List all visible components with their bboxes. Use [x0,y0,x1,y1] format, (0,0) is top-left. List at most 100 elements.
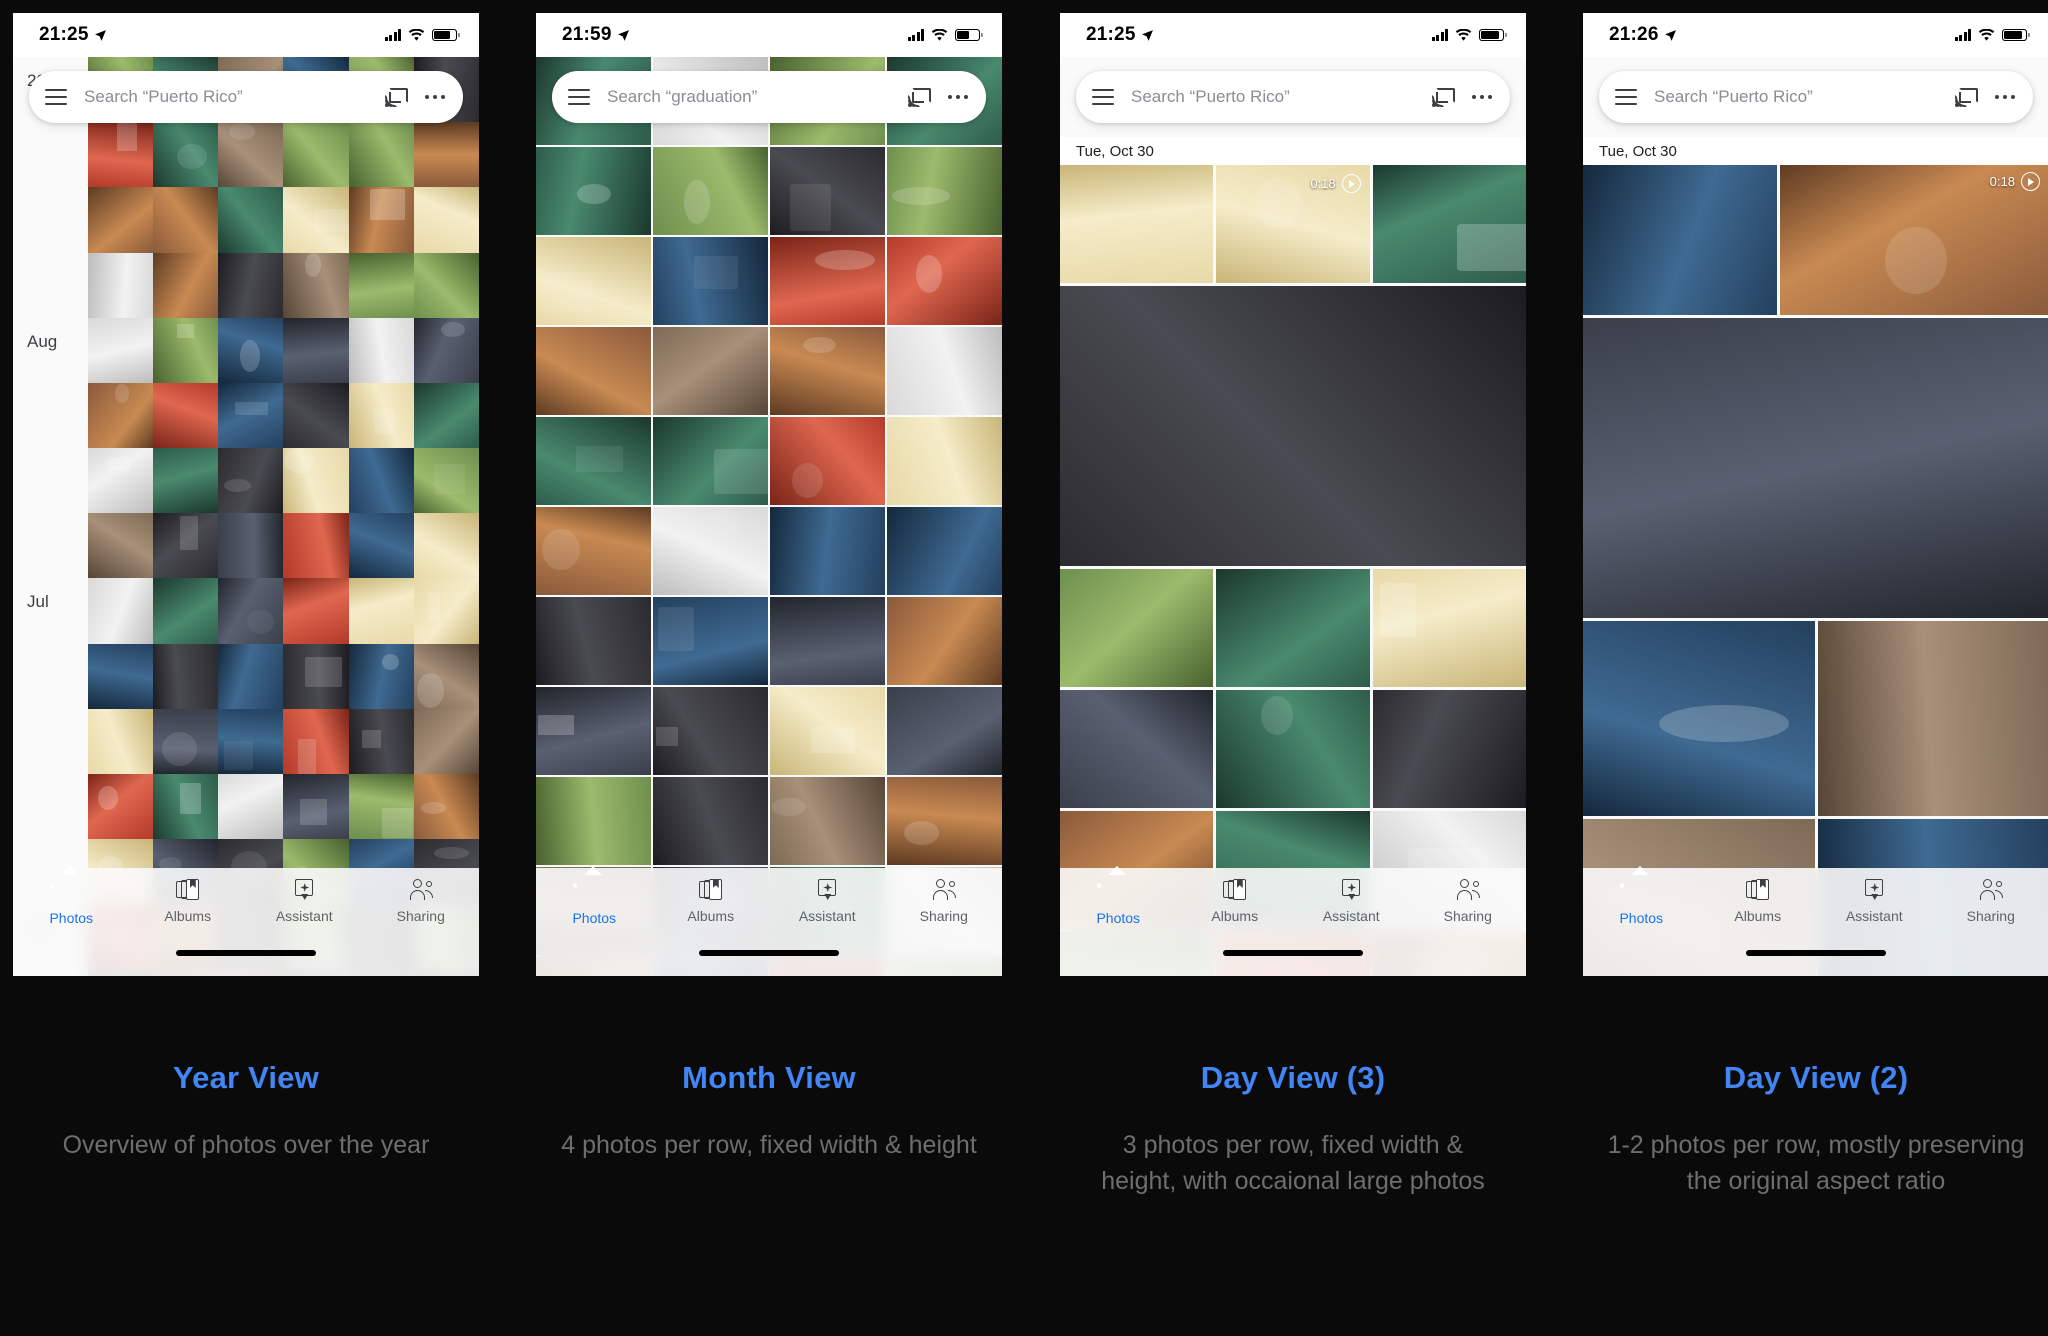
photo-thumbnail[interactable] [887,417,1002,505]
photo-thumbnail[interactable] [1372,165,1526,283]
photo-thumbnail[interactable] [653,777,768,865]
cast-icon[interactable] [1432,87,1456,107]
nav-tab-assistant[interactable]: Assistant [1816,878,1933,950]
photo-thumbnail[interactable] [1216,690,1370,808]
photo-thumbnail[interactable] [653,417,772,505]
photo-thumbnail[interactable] [348,317,414,383]
photo-thumbnail[interactable] [218,317,284,383]
day3-photo-grid[interactable]: 0:18 [1060,165,1526,976]
photo-thumbnail[interactable] [88,252,154,318]
photo-thumbnail[interactable] [88,578,154,644]
hamburger-menu-icon[interactable] [1092,89,1114,105]
photo-thumbnail[interactable] [1372,690,1526,808]
photo-thumbnail-map[interactable] [1583,163,1778,315]
photo-thumbnail[interactable] [1583,621,1815,816]
play-circle-icon[interactable] [2020,172,2040,191]
photo-thumbnail[interactable] [88,187,154,253]
cast-icon[interactable] [1955,87,1979,107]
photo-thumbnail[interactable] [153,708,219,774]
search-input[interactable]: Search “Puerto Rico” [84,87,385,107]
photo-thumbnail[interactable] [536,327,651,415]
photo-thumbnail[interactable] [218,382,284,449]
photo-thumbnail[interactable] [153,382,219,449]
photo-thumbnail[interactable] [283,317,349,383]
photo-thumbnail[interactable] [887,237,1002,325]
photo-thumbnail[interactable] [283,643,349,709]
photo-thumbnail[interactable] [536,597,651,685]
photo-thumbnail[interactable] [887,597,1002,685]
photo-thumbnail[interactable] [153,317,219,383]
photo-thumbnail[interactable]: 0:18 [1780,163,2048,315]
photo-thumbnail[interactable] [770,507,885,595]
photo-thumbnail[interactable] [770,417,885,505]
cast-icon[interactable] [385,87,409,107]
photos-scroll-area[interactable]: 0:18 Tue, Oct 30 Search “Puerto Rico” [1583,57,2048,976]
photo-thumbnail[interactable] [88,448,154,514]
photos-scroll-area[interactable]: Search “graduation” [536,57,1002,976]
nav-tab-assistant[interactable]: Assistant [769,878,886,950]
photo-thumbnail[interactable] [770,147,885,235]
hamburger-menu-icon[interactable] [45,89,67,105]
photo-thumbnail[interactable] [218,578,284,644]
more-options-icon[interactable] [1472,94,1492,100]
search-input[interactable]: Search “Puerto Rico” [1131,87,1432,107]
photo-thumbnail[interactable] [413,708,479,774]
year-photo-grid[interactable] [88,578,479,905]
photo-thumbnail[interactable] [536,687,651,775]
photo-thumbnail[interactable] [88,513,154,579]
photo-thumbnail[interactable] [348,578,414,644]
nav-tab-assistant[interactable]: Assistant [1293,878,1410,950]
nav-tab-sharing[interactable]: Sharing [363,878,480,950]
photo-thumbnail[interactable] [218,773,284,840]
photo-thumbnail[interactable] [413,382,479,449]
photo-thumbnail[interactable] [1372,569,1526,687]
photo-thumbnail[interactable] [770,327,885,415]
photo-thumbnail[interactable] [653,237,768,325]
photo-thumbnail[interactable] [88,708,154,774]
more-options-icon[interactable] [948,94,968,100]
nav-tab-sharing[interactable]: Sharing [886,878,1003,950]
nav-tab-photos[interactable]: Photos [536,878,653,950]
more-options-icon[interactable] [1995,94,2015,100]
photo-thumbnail[interactable] [413,122,479,188]
photo-thumbnail[interactable] [153,448,219,514]
photo-thumbnail[interactable] [283,773,349,840]
nav-tab-albums[interactable]: Albums [130,878,247,950]
play-circle-icon[interactable] [1341,174,1361,193]
photo-thumbnail[interactable] [770,597,885,685]
nav-tab-assistant[interactable]: Assistant [246,878,363,950]
year-photo-grid[interactable] [88,317,479,579]
photo-thumbnail[interactable] [887,507,1002,595]
nav-tab-photos[interactable]: Photos [1583,878,1700,950]
photo-thumbnail-large[interactable] [1583,318,2048,618]
photo-thumbnail[interactable] [348,708,414,774]
photo-thumbnail[interactable] [283,187,349,253]
nav-tab-albums[interactable]: Albums [1177,878,1294,950]
hamburger-menu-icon[interactable] [1615,89,1637,105]
photo-thumbnail[interactable] [413,187,479,253]
photo-thumbnail[interactable] [413,773,479,840]
photo-thumbnail[interactable] [770,777,885,865]
photo-thumbnail[interactable] [348,513,414,579]
nav-tab-photos[interactable]: Photos [13,878,130,950]
photo-thumbnail[interactable] [283,513,349,579]
search-input[interactable]: Search “graduation” [607,87,908,107]
photo-thumbnail[interactable] [218,513,284,579]
search-bar[interactable]: Search “Puerto Rico” [1599,71,2033,123]
search-bar[interactable]: Search “graduation” [552,71,986,123]
photo-thumbnail[interactable] [218,448,284,514]
photo-thumbnail[interactable] [413,578,479,644]
nav-tab-albums[interactable]: Albums [653,878,770,950]
nav-tab-sharing[interactable]: Sharing [1933,878,2048,950]
photo-thumbnail[interactable] [536,147,651,235]
photo-thumbnail[interactable] [887,327,1002,415]
photo-thumbnail[interactable] [413,252,479,318]
photo-thumbnail[interactable] [153,122,219,188]
photo-thumbnail[interactable] [153,578,219,644]
photo-thumbnail[interactable] [413,317,479,383]
photo-thumbnail[interactable] [653,507,768,595]
photo-thumbnail[interactable] [88,317,154,383]
photo-thumbnail[interactable] [653,147,768,235]
photo-thumbnail[interactable] [348,382,414,449]
photo-thumbnail[interactable] [88,122,154,188]
